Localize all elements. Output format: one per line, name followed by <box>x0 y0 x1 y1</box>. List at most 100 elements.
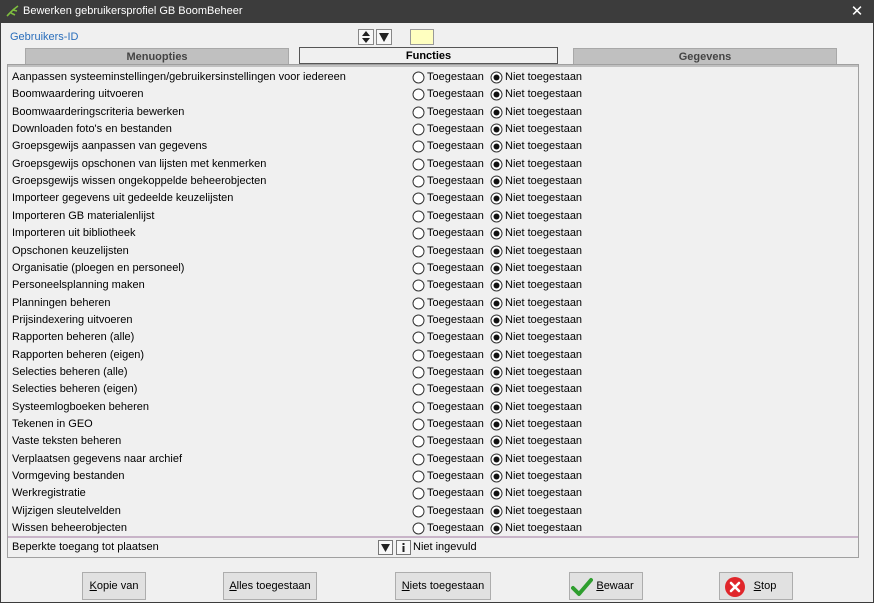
radio-not-allowed[interactable] <box>490 158 503 171</box>
radio-allowed[interactable] <box>412 418 425 431</box>
radio-not-allowed[interactable] <box>490 418 503 431</box>
radio-not-allowed[interactable] <box>490 331 503 344</box>
radio-not-allowed[interactable] <box>490 314 503 327</box>
radio-allowed-label[interactable]: Toegestaan <box>427 175 484 187</box>
radio-not-allowed-label[interactable]: Niet toegestaan <box>505 487 582 499</box>
radio-not-allowed-label[interactable]: Niet toegestaan <box>505 366 582 378</box>
radio-not-allowed[interactable] <box>490 140 503 153</box>
radio-allowed[interactable] <box>412 227 425 240</box>
radio-allowed[interactable] <box>412 192 425 205</box>
radio-not-allowed-label[interactable]: Niet toegestaan <box>505 262 582 274</box>
radio-allowed[interactable] <box>412 522 425 535</box>
radio-allowed[interactable] <box>412 453 425 466</box>
radio-allowed[interactable] <box>412 401 425 414</box>
dropdown-arrow-icon[interactable] <box>378 540 393 555</box>
radio-not-allowed-label[interactable]: Niet toegestaan <box>505 123 582 135</box>
radio-not-allowed-label[interactable]: Niet toegestaan <box>505 88 582 100</box>
radio-not-allowed[interactable] <box>490 210 503 223</box>
radio-allowed-label[interactable]: Toegestaan <box>427 88 484 100</box>
radio-not-allowed-label[interactable]: Niet toegestaan <box>505 192 582 204</box>
radio-allowed-label[interactable]: Toegestaan <box>427 522 484 534</box>
radio-allowed[interactable] <box>412 71 425 84</box>
close-icon[interactable]: ✕ <box>841 1 873 23</box>
radio-allowed[interactable] <box>412 140 425 153</box>
radio-not-allowed-label[interactable]: Niet toegestaan <box>505 175 582 187</box>
radio-not-allowed-label[interactable]: Niet toegestaan <box>505 435 582 447</box>
radio-allowed[interactable] <box>412 245 425 258</box>
radio-allowed[interactable] <box>412 505 425 518</box>
radio-allowed[interactable] <box>412 470 425 483</box>
radio-not-allowed[interactable] <box>490 435 503 448</box>
radio-allowed-label[interactable]: Toegestaan <box>427 140 484 152</box>
radio-allowed-label[interactable]: Toegestaan <box>427 297 484 309</box>
radio-not-allowed[interactable] <box>490 245 503 258</box>
radio-not-allowed[interactable] <box>490 175 503 188</box>
radio-not-allowed[interactable] <box>490 192 503 205</box>
radio-allowed[interactable] <box>412 314 425 327</box>
stop-button[interactable]: Stop <box>719 572 793 600</box>
radio-not-allowed[interactable] <box>490 262 503 275</box>
tab-gegevens[interactable]: Gegevens <box>573 48 837 65</box>
none-allowed-button[interactable]: Niets toegestaan <box>395 572 491 600</box>
radio-not-allowed[interactable] <box>490 522 503 535</box>
tab-menuopties[interactable]: Menuopties <box>25 48 289 65</box>
radio-not-allowed[interactable] <box>490 279 503 292</box>
copy-from-button[interactable]: Kopie van <box>82 572 146 600</box>
radio-not-allowed[interactable] <box>490 366 503 379</box>
radio-allowed[interactable] <box>412 123 425 136</box>
radio-not-allowed[interactable] <box>490 470 503 483</box>
radio-not-allowed-label[interactable]: Niet toegestaan <box>505 71 582 83</box>
radio-allowed[interactable] <box>412 262 425 275</box>
radio-allowed[interactable] <box>412 349 425 362</box>
radio-not-allowed[interactable] <box>490 227 503 240</box>
radio-not-allowed-label[interactable]: Niet toegestaan <box>505 383 582 395</box>
title-bar[interactable]: Bewerken gebruikersprofiel GB BoomBeheer… <box>1 1 873 23</box>
radio-allowed-label[interactable]: Toegestaan <box>427 227 484 239</box>
radio-allowed[interactable] <box>412 279 425 292</box>
radio-allowed[interactable] <box>412 106 425 119</box>
radio-not-allowed[interactable] <box>490 487 503 500</box>
radio-not-allowed[interactable] <box>490 401 503 414</box>
radio-not-allowed[interactable] <box>490 106 503 119</box>
radio-allowed[interactable] <box>412 487 425 500</box>
radio-allowed-label[interactable]: Toegestaan <box>427 401 484 413</box>
radio-not-allowed-label[interactable]: Niet toegestaan <box>505 297 582 309</box>
radio-not-allowed-label[interactable]: Niet toegestaan <box>505 106 582 118</box>
radio-not-allowed-label[interactable]: Niet toegestaan <box>505 505 582 517</box>
radio-allowed[interactable] <box>412 383 425 396</box>
radio-allowed[interactable] <box>412 175 425 188</box>
radio-allowed-label[interactable]: Toegestaan <box>427 505 484 517</box>
radio-not-allowed[interactable] <box>490 349 503 362</box>
radio-allowed-label[interactable]: Toegestaan <box>427 262 484 274</box>
radio-not-allowed-label[interactable]: Niet toegestaan <box>505 227 582 239</box>
radio-not-allowed[interactable] <box>490 71 503 84</box>
radio-allowed-label[interactable]: Toegestaan <box>427 314 484 326</box>
radio-allowed[interactable] <box>412 297 425 310</box>
radio-allowed-label[interactable]: Toegestaan <box>427 349 484 361</box>
info-icon[interactable] <box>396 540 411 555</box>
radio-allowed-label[interactable]: Toegestaan <box>427 106 484 118</box>
radio-not-allowed[interactable] <box>490 123 503 136</box>
radio-allowed-label[interactable]: Toegestaan <box>427 487 484 499</box>
radio-not-allowed-label[interactable]: Niet toegestaan <box>505 470 582 482</box>
radio-allowed-label[interactable]: Toegestaan <box>427 192 484 204</box>
radio-not-allowed-label[interactable]: Niet toegestaan <box>505 349 582 361</box>
radio-allowed-label[interactable]: Toegestaan <box>427 158 484 170</box>
radio-allowed[interactable] <box>412 366 425 379</box>
radio-not-allowed-label[interactable]: Niet toegestaan <box>505 453 582 465</box>
radio-not-allowed-label[interactable]: Niet toegestaan <box>505 522 582 534</box>
dropdown-arrow-icon[interactable] <box>376 29 392 45</box>
radio-not-allowed-label[interactable]: Niet toegestaan <box>505 279 582 291</box>
radio-not-allowed[interactable] <box>490 88 503 101</box>
radio-not-allowed-label[interactable]: Niet toegestaan <box>505 245 582 257</box>
radio-not-allowed-label[interactable]: Niet toegestaan <box>505 210 582 222</box>
radio-not-allowed[interactable] <box>490 453 503 466</box>
spin-updown-icon[interactable] <box>358 29 374 45</box>
radio-not-allowed-label[interactable]: Niet toegestaan <box>505 158 582 170</box>
radio-allowed-label[interactable]: Toegestaan <box>427 435 484 447</box>
radio-not-allowed-label[interactable]: Niet toegestaan <box>505 401 582 413</box>
save-button[interactable]: Bewaar <box>569 572 643 600</box>
radio-allowed-label[interactable]: Toegestaan <box>427 366 484 378</box>
radio-allowed[interactable] <box>412 435 425 448</box>
radio-allowed-label[interactable]: Toegestaan <box>427 210 484 222</box>
